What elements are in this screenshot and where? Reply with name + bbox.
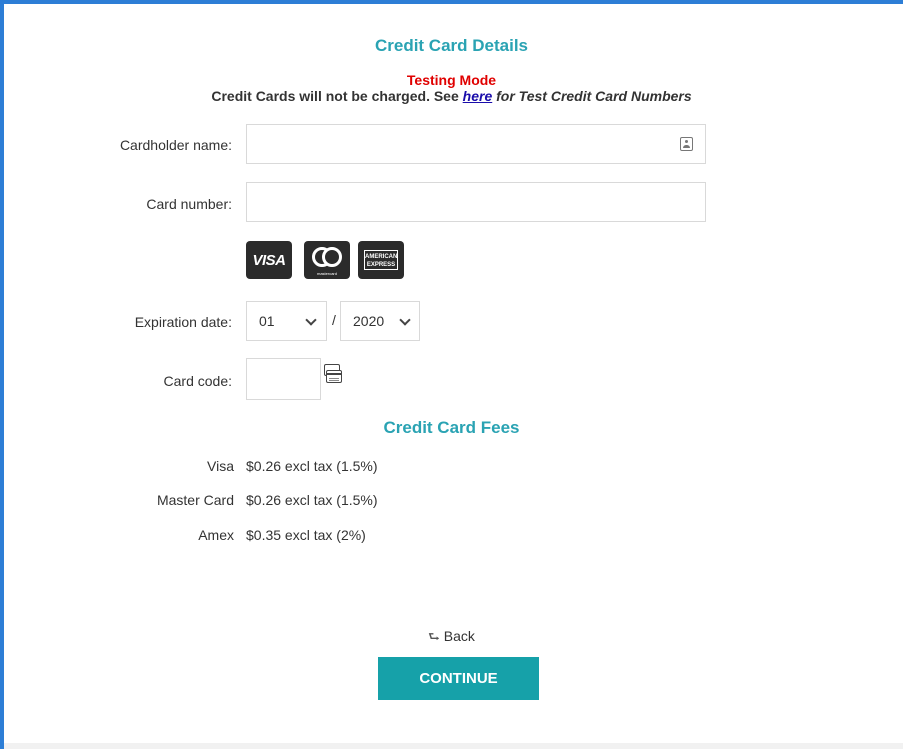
amex-logo-icon: AMERICAN EXPRESS: [358, 241, 404, 279]
contact-card-icon[interactable]: [680, 137, 693, 151]
expiration-label: Expiration date:: [134, 314, 232, 330]
test-notice: Credit Cards will not be charged. See he…: [0, 88, 903, 104]
fees-title: Credit Card Fees: [383, 418, 520, 437]
mastercard-logo-text: mastercard: [316, 271, 337, 276]
visa-logo-icon: VISA: [246, 241, 292, 279]
bottom-strip: [4, 743, 903, 749]
card-code-label: Card code:: [163, 373, 232, 389]
amex-logo-text: AMERICAN EXPRESS: [364, 250, 398, 270]
exp-separator: /: [332, 312, 336, 328]
chevron-down-icon: [399, 314, 411, 326]
test-cards-link[interactable]: here: [463, 88, 493, 104]
continue-button[interactable]: CONTINUE: [378, 657, 539, 700]
back-label: Back: [443, 628, 475, 644]
testing-mode-label: Testing Mode: [406, 72, 497, 88]
fee-value-amex: $0.35 excl tax (2%): [246, 527, 366, 543]
exp-month-value: 01: [259, 313, 275, 329]
card-number-label: Card number:: [146, 196, 232, 212]
back-link[interactable]: ⮑ Back: [0, 628, 903, 650]
fee-value-mastercard: $0.26 excl tax (1.5%): [246, 492, 378, 508]
notice-suffix: for Test Credit Card Numbers: [492, 88, 692, 104]
exp-year-value: 2020: [353, 313, 385, 329]
notice-prefix: Credit Cards will not be charged. See: [211, 88, 463, 104]
mastercard-logo-icon: mastercard: [304, 241, 350, 279]
chevron-down-icon: [305, 314, 317, 326]
card-number-input[interactable]: [246, 182, 706, 222]
page-title: Credit Card Details: [374, 36, 529, 55]
mastercard-circles: [312, 247, 342, 269]
fee-name-amex: Amex: [198, 527, 234, 543]
fee-value-visa: $0.26 excl tax (1.5%): [246, 458, 378, 474]
exp-month-select[interactable]: 01: [246, 301, 327, 341]
cardholder-name-input[interactable]: [246, 124, 706, 164]
back-arrow-icon: ⮑: [428, 629, 440, 644]
card-code-input[interactable]: [246, 358, 321, 400]
exp-year-select[interactable]: 2020: [340, 301, 420, 341]
card-code-icon[interactable]: [324, 364, 342, 385]
cardholder-label: Cardholder name:: [119, 137, 232, 153]
visa-logo-text: VISA: [252, 251, 286, 269]
fee-name-visa: Visa: [207, 458, 234, 474]
fee-name-mastercard: Master Card: [156, 492, 234, 508]
